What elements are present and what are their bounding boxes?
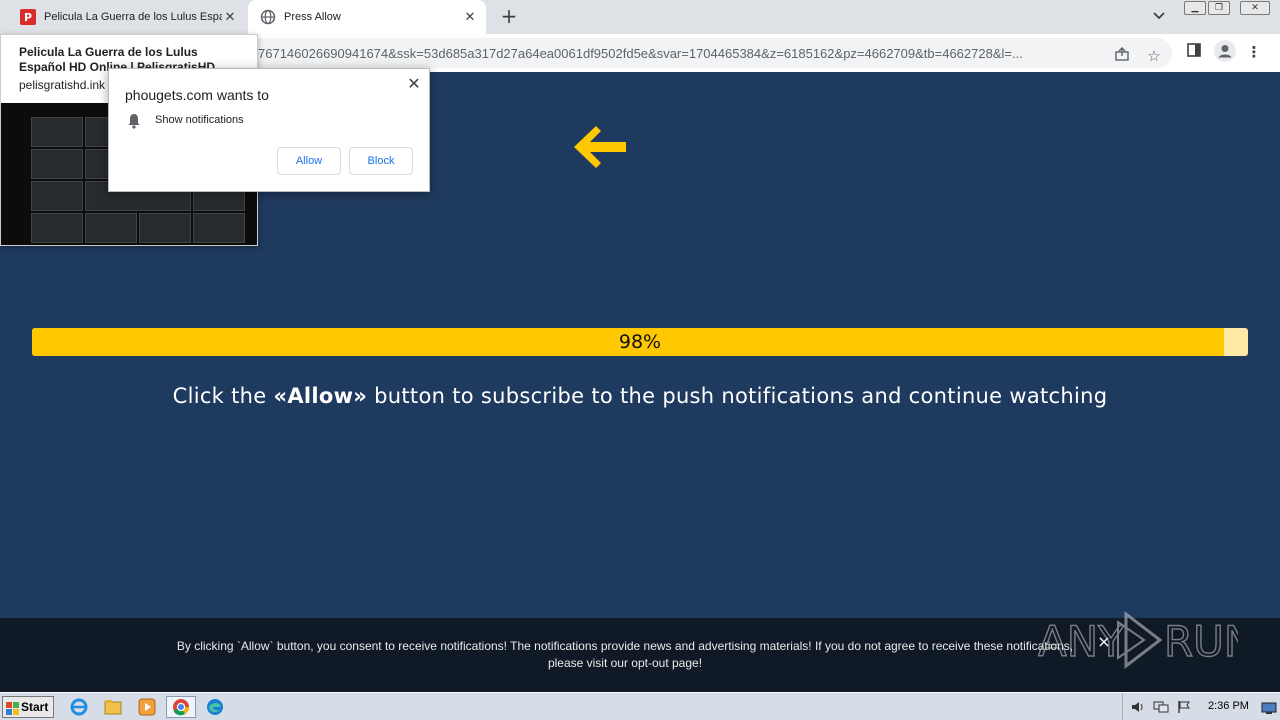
- svg-text:P: P: [24, 11, 32, 24]
- hover-card-domain: pelisgratishd.ink: [19, 78, 106, 92]
- windows-taskbar: Start 2:36 PM: [0, 692, 1280, 720]
- tab-strip: P Pelicula La Guerra de los Lulus Españo…: [0, 0, 1280, 34]
- minimize-button[interactable]: ▁: [1184, 1, 1206, 15]
- network-icon[interactable]: [1153, 699, 1169, 718]
- show-desktop-icon[interactable]: [1261, 700, 1277, 719]
- profile-avatar[interactable]: [1214, 40, 1236, 62]
- page-headline: Click the «Allow» button to subscribe to…: [0, 384, 1280, 408]
- star-icon[interactable]: ☆: [1144, 46, 1164, 66]
- windows-flag-icon: [6, 701, 19, 715]
- consent-text: By clicking `Allow` button, you consent …: [176, 639, 1074, 670]
- close-window-button[interactable]: ✕: [1240, 1, 1270, 15]
- tab-close-icon[interactable]: ✕: [462, 9, 478, 25]
- ie-icon[interactable]: [68, 696, 92, 718]
- progress-bar: 98%: [32, 328, 1248, 356]
- pelisgratis-icon: P: [20, 9, 36, 25]
- volume-icon[interactable]: [1131, 699, 1145, 718]
- globe-icon: [260, 9, 276, 25]
- svg-text:ANY: ANY: [1038, 617, 1124, 666]
- tab-title: Pelicula La Guerra de los Lulus Español …: [44, 11, 222, 23]
- allow-button[interactable]: Allow: [277, 147, 341, 175]
- tab-title: Press Allow: [284, 11, 341, 23]
- chevron-down-icon[interactable]: [1152, 8, 1170, 26]
- tab-close-icon[interactable]: ✕: [222, 9, 238, 25]
- close-icon[interactable]: ✕: [405, 75, 423, 93]
- arrow-left-icon: [574, 126, 628, 168]
- prompt-permission-text: Show notifications: [155, 114, 244, 126]
- start-label: Start: [21, 700, 49, 714]
- prompt-title: phougets.com wants to: [125, 87, 269, 103]
- edge-icon[interactable]: [204, 696, 228, 718]
- bell-icon: [127, 113, 141, 129]
- new-tab-button[interactable]: +: [498, 6, 520, 28]
- headline-emphasis: «Allow»: [273, 384, 368, 408]
- explorer-icon[interactable]: [102, 696, 126, 718]
- address-bar[interactable]: 767146026690941674&ssk=53d685a317d27a64e…: [240, 38, 1172, 68]
- headline-suffix: button to subscribe to the push notifica…: [367, 384, 1108, 408]
- tab-pelisgratis[interactable]: P Pelicula La Guerra de los Lulus Españo…: [8, 0, 246, 34]
- chrome-icon[interactable]: [166, 696, 196, 718]
- restore-button[interactable]: ❐: [1208, 1, 1230, 15]
- notification-permission-prompt: phougets.com wants to ✕ Show notificatio…: [108, 68, 430, 192]
- system-tray: [1122, 693, 1280, 720]
- menu-icon[interactable]: ⋮: [1244, 42, 1264, 62]
- url-text[interactable]: 767146026690941674&ssk=53d685a317d27a64e…: [258, 46, 1098, 61]
- svg-text:RUN: RUN: [1164, 617, 1238, 666]
- headline-prefix: Click the: [172, 384, 274, 408]
- side-panel-icon[interactable]: [1184, 42, 1204, 62]
- clock: 2:36 PM: [1208, 700, 1249, 712]
- tab-press-allow[interactable]: Press Allow ✕: [248, 0, 486, 34]
- flag-icon[interactable]: [1177, 699, 1191, 718]
- progress-label: 98%: [618, 331, 662, 353]
- anyrun-watermark: ANY RUN: [1037, 608, 1256, 674]
- start-button[interactable]: Start: [2, 696, 54, 718]
- block-button[interactable]: Block: [349, 147, 413, 175]
- media-player-icon[interactable]: [136, 696, 160, 718]
- share-icon[interactable]: [1112, 46, 1132, 66]
